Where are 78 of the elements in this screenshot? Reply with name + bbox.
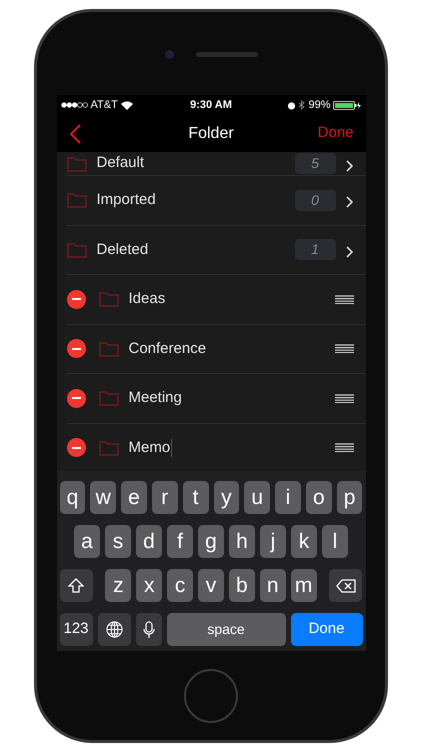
key[interactable]: i <box>275 481 301 514</box>
key[interactable]: a <box>74 525 100 558</box>
key[interactable]: p <box>336 481 362 514</box>
folder-icon <box>98 291 118 308</box>
key[interactable]: j <box>260 525 286 558</box>
key[interactable]: d <box>136 525 162 558</box>
folder-name[interactable]: Meeting <box>128 387 182 410</box>
done-key[interactable]: Done <box>290 613 362 646</box>
drag-handle-icon[interactable] <box>334 394 354 403</box>
key[interactable]: z <box>105 569 132 602</box>
speaker <box>196 52 258 57</box>
camera <box>164 50 174 59</box>
shift-icon <box>68 578 84 594</box>
chevron-icon[interactable] <box>346 196 354 208</box>
delete-icon[interactable] <box>66 438 86 458</box>
key[interactable]: m <box>290 569 317 602</box>
done-button[interactable]: Done <box>318 122 354 145</box>
delete-icon[interactable] <box>66 388 86 408</box>
folder-icon <box>66 242 86 258</box>
count-badge: 1 <box>294 239 336 260</box>
key[interactable]: u <box>244 481 270 514</box>
key[interactable]: o <box>306 481 332 514</box>
folder-icon <box>66 192 86 208</box>
key[interactable]: l <box>322 525 348 558</box>
numbers-key[interactable]: 123 <box>60 613 92 646</box>
folder-icon <box>98 340 118 357</box>
key[interactable]: h <box>229 525 255 558</box>
clock: 9:30 AM <box>189 98 233 113</box>
delete-icon[interactable] <box>66 290 86 309</box>
folder-name[interactable]: Memo <box>128 436 170 459</box>
key[interactable]: t <box>182 481 208 514</box>
battery-percent: 99% <box>308 98 330 113</box>
microphone-key[interactable] <box>136 613 162 646</box>
key[interactable]: s <box>105 525 131 558</box>
delete-icon[interactable] <box>66 339 86 358</box>
wifi-icon <box>120 100 133 110</box>
folder-icon <box>98 390 118 406</box>
key[interactable]: w <box>90 481 116 514</box>
folder-name: Imported <box>96 190 156 210</box>
carrier: AT&T <box>90 98 118 113</box>
shift-key[interactable] <box>60 569 94 602</box>
folder-icon <box>66 156 86 172</box>
battery-charging-icon <box>333 100 362 110</box>
signal-icon <box>60 102 88 108</box>
key[interactable]: y <box>214 481 240 514</box>
chevron-icon[interactable] <box>346 246 354 258</box>
globe-icon <box>106 621 122 638</box>
space-key[interactable]: space <box>166 613 286 646</box>
folder-name: Deleted <box>96 240 148 260</box>
key[interactable]: k <box>291 525 317 558</box>
key[interactable]: b <box>228 569 255 602</box>
chevron-icon[interactable] <box>346 160 354 172</box>
key[interactable]: f <box>167 525 193 558</box>
key[interactable]: c <box>167 569 194 602</box>
key[interactable]: q <box>60 481 86 514</box>
folder-name[interactable]: Conference <box>128 338 206 360</box>
back-icon[interactable] <box>68 124 80 144</box>
folder-name: Default <box>96 153 144 174</box>
drag-handle-icon[interactable] <box>334 443 354 452</box>
backspace-icon <box>336 578 356 592</box>
key[interactable]: r <box>152 481 178 514</box>
nav-title: Folder <box>188 124 234 144</box>
globe-key[interactable] <box>98 613 130 646</box>
bluetooth-icon <box>299 100 306 110</box>
key[interactable]: x <box>136 569 162 602</box>
delete-key[interactable] <box>328 569 362 602</box>
count-badge: 5 <box>294 153 336 174</box>
key[interactable]: g <box>198 525 224 558</box>
folder-icon <box>98 440 118 456</box>
microphone-icon <box>142 620 154 638</box>
key[interactable]: e <box>121 481 147 514</box>
folder-name[interactable]: Ideas <box>128 288 166 310</box>
alarm-icon <box>287 100 296 110</box>
drag-handle-icon[interactable] <box>334 294 354 304</box>
key[interactable]: v <box>198 569 224 602</box>
count-badge: 0 <box>294 190 336 211</box>
key[interactable]: n <box>260 569 286 602</box>
drag-handle-icon[interactable] <box>334 344 354 354</box>
